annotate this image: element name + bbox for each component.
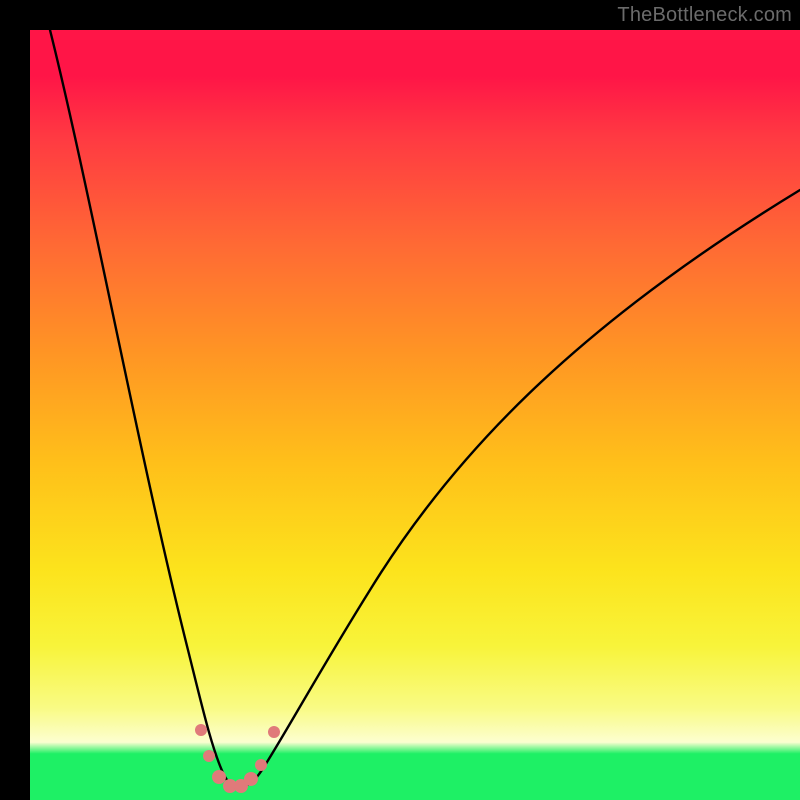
watermark-text: TheBottleneck.com [617,4,792,27]
data-point-marker [203,750,215,762]
bottleneck-curve-right [240,190,800,787]
data-point-marker [212,770,226,784]
data-point-marker [268,726,280,738]
data-point-marker [234,779,248,793]
data-point-marker [195,724,207,736]
bottleneck-curve-left [50,30,240,787]
data-point-marker [223,779,237,793]
data-point-marker [255,759,267,771]
chart-plot-area [30,30,800,800]
chart-svg [30,30,800,800]
chart-frame: TheBottleneck.com [0,0,800,800]
data-point-marker [244,772,258,786]
